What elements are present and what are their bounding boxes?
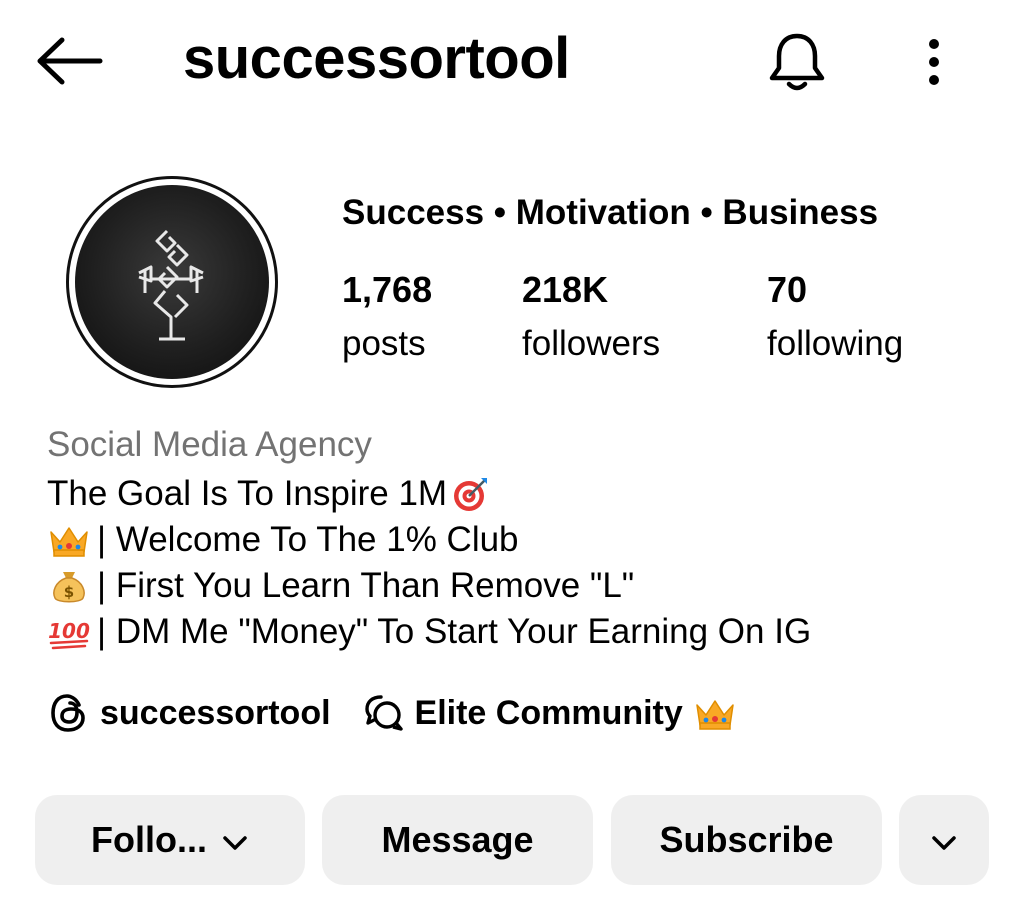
bell-icon[interactable]: [764, 28, 830, 94]
bio-line-text: | DM Me "Money" To Start Your Earning On…: [97, 612, 812, 651]
stat-followers-label: followers: [522, 324, 661, 363]
svg-text:100: 100: [48, 619, 90, 643]
stat-following-count: 70: [767, 269, 808, 310]
crown-emoji-icon: [693, 693, 737, 733]
stat-posts[interactable]: 1,768 posts: [342, 266, 432, 368]
stat-following[interactable]: 70 following: [767, 266, 903, 368]
bio-line: | Welcome To The 1% Club: [47, 517, 811, 563]
profile-category: Success • Motivation • Business: [342, 193, 879, 232]
stat-following-label: following: [767, 324, 904, 363]
threads-icon: [46, 690, 92, 736]
money-bag-emoji-icon: $: [47, 566, 91, 606]
bio: The Goal Is To Inspire 1M | Welcome To T…: [47, 471, 811, 655]
bio-account-type: Social Media Agency: [47, 425, 372, 464]
threads-link-label: successortool: [100, 693, 331, 732]
bio-line-text: | Welcome To The 1% Club: [97, 520, 519, 559]
crown-emoji-icon: [47, 520, 91, 560]
logo-icon: [75, 185, 269, 379]
bio-line: 100 | DM Me "Money" To Start Your Earnin…: [47, 609, 811, 655]
threads-link[interactable]: successortool: [46, 690, 331, 736]
message-button[interactable]: Message: [322, 795, 593, 885]
message-button-label: Message: [381, 819, 534, 860]
svg-text:$: $: [64, 583, 74, 601]
profile-links: successortool Elite Community: [46, 688, 737, 738]
chevron-down-icon: [930, 819, 958, 861]
bio-line: $ | First You Learn Than Remove "L": [47, 563, 811, 609]
stat-posts-label: posts: [342, 324, 426, 363]
bio-line-text: | First You Learn Than Remove "L": [97, 566, 635, 605]
more-vertical-icon[interactable]: [912, 34, 956, 90]
following-button[interactable]: Follo...: [35, 795, 305, 885]
stat-followers-count: 218K: [522, 269, 609, 310]
subscribe-button[interactable]: Subscribe: [611, 795, 882, 885]
target-emoji-icon: [451, 474, 495, 514]
back-arrow-icon[interactable]: [34, 36, 104, 86]
subscribe-button-label: Subscribe: [659, 819, 834, 860]
hundred-points-emoji-icon: 100: [47, 612, 91, 652]
following-button-label: Follo...: [91, 819, 207, 860]
profile-username: successortool: [183, 26, 570, 91]
stat-posts-count: 1,768: [342, 269, 433, 310]
bio-line-text: The Goal Is To Inspire 1M: [47, 474, 448, 513]
bio-line: The Goal Is To Inspire 1M: [47, 471, 811, 517]
community-link-label: Elite Community: [414, 693, 683, 732]
stat-followers[interactable]: 218K followers: [522, 266, 660, 368]
suggested-accounts-button[interactable]: [899, 795, 989, 885]
chat-bubbles-icon: [361, 690, 407, 736]
community-link[interactable]: Elite Community: [361, 690, 737, 736]
chevron-down-icon: [207, 819, 249, 861]
avatar[interactable]: [66, 176, 278, 388]
